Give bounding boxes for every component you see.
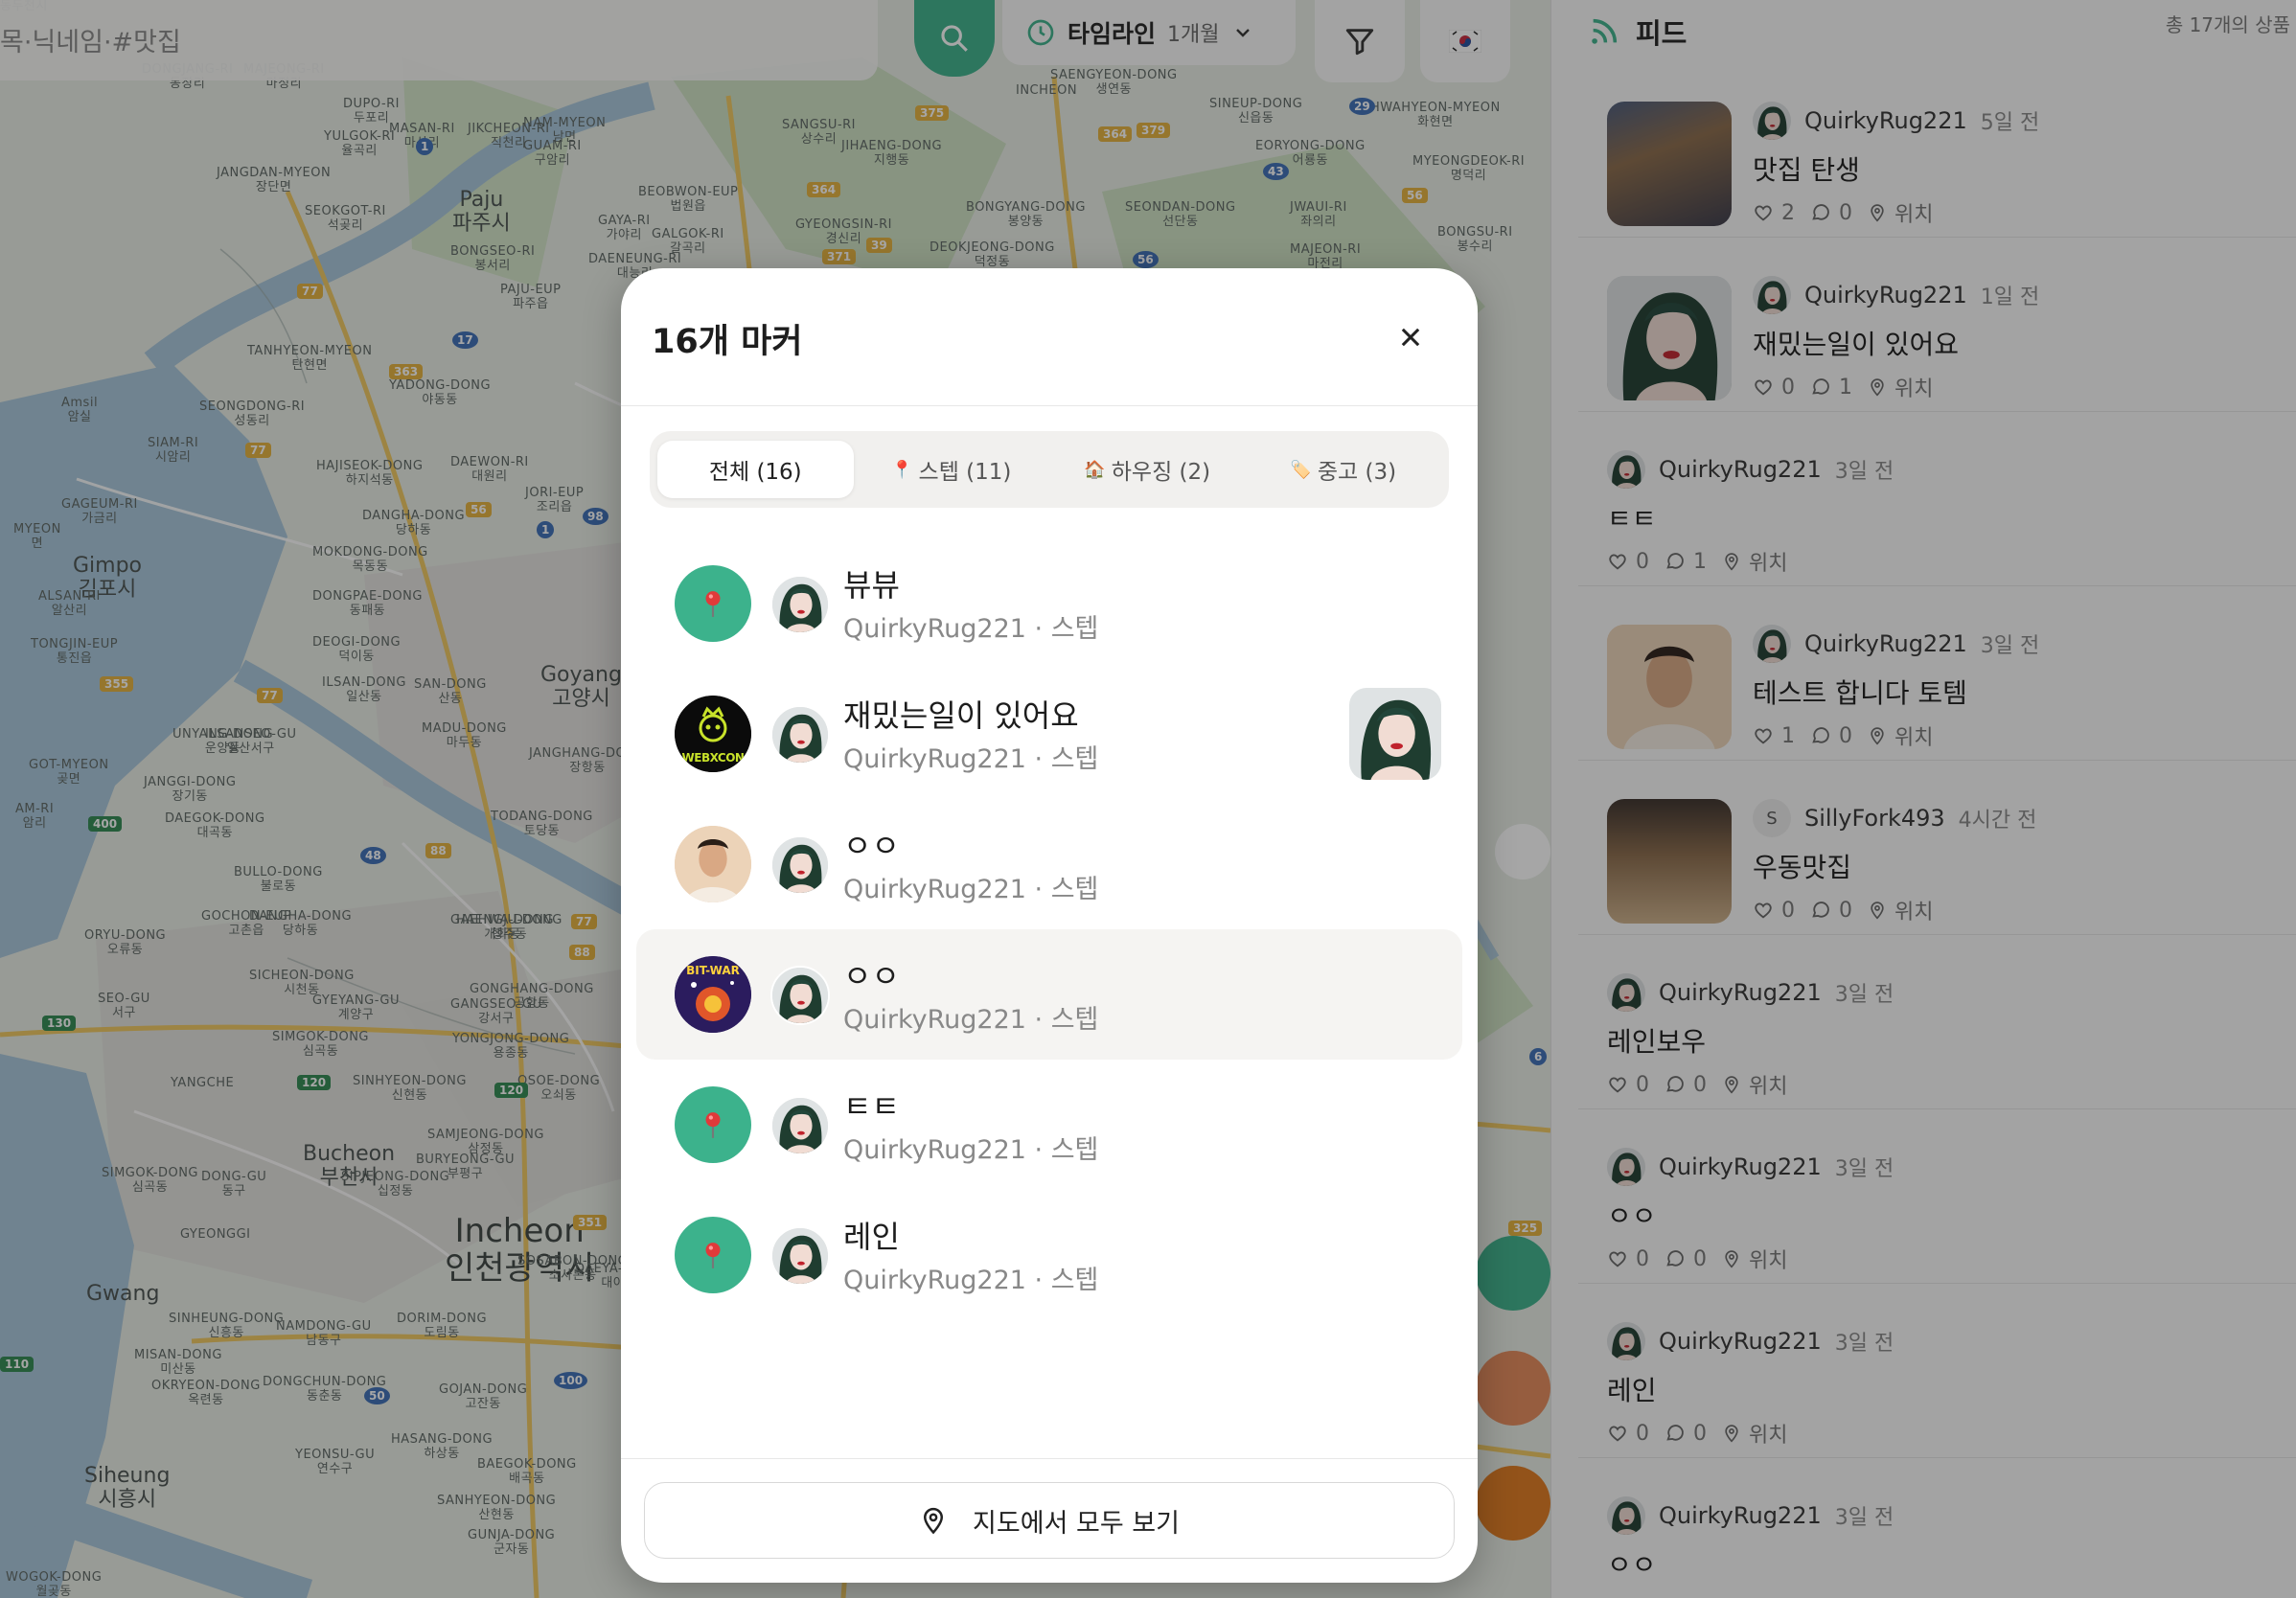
marker-icon: WEBXCON — [675, 696, 751, 772]
marker-thumbnail-image — [1349, 688, 1441, 780]
avatar — [770, 1096, 830, 1155]
webxcon-text: WEBXCON — [681, 751, 745, 765]
modal-title: 16개 마커 — [652, 323, 803, 361]
marker-icon — [675, 826, 751, 902]
avatar-image — [772, 577, 828, 632]
tab-label: 스텝 (11) — [918, 460, 1012, 485]
tab-all[interactable]: 전체 (16) — [657, 441, 854, 498]
marker-icon — [675, 565, 751, 642]
marker-title: ㅇㅇ — [843, 828, 900, 864]
marker-list-item[interactable]: WEBXCON 재밌는일이 있어요 QuirkyRug221 · 스텝 — [636, 669, 1462, 799]
marker-list-item[interactable]: 레인보우QuirkyRug221 · 스텝 — [636, 1320, 1462, 1343]
tab-step[interactable]: 📍 스텝 (11) — [854, 441, 1050, 498]
tab-label: 하우징 (2) — [1111, 460, 1211, 485]
marker-list-item[interactable]: 레인 QuirkyRug221 · 스텝 — [636, 1190, 1462, 1320]
marker-icon — [675, 1086, 751, 1163]
avatar-image — [772, 1228, 828, 1284]
avatar-image — [772, 1098, 828, 1153]
pin-icon — [705, 591, 721, 617]
marker-subtitle: QuirkyRug221 · 스텝 — [843, 875, 1099, 904]
marker-title: ㅌㅌ — [843, 1088, 900, 1125]
marker-subtitle: QuirkyRug221 · 스텝 — [843, 614, 1099, 644]
location-pin-icon — [924, 1507, 944, 1535]
close-icon — [1401, 328, 1420, 347]
avatar — [770, 575, 830, 634]
avatar-image — [772, 707, 828, 763]
category-tabs: 전체 (16) 📍 스텝 (11) 🏠 하우징 (2) 🏷️ 중고 (3) — [650, 431, 1449, 508]
modal-footer: 지도에서 모두 보기 — [621, 1458, 1478, 1583]
show-all-label: 지도에서 모두 보기 — [973, 1508, 1180, 1539]
marker-list-item[interactable]: ㅇㅇ QuirkyRug221 · 스텝 — [636, 799, 1462, 929]
marker-list[interactable]: 뷰뷰 QuirkyRug221 · 스텝 WEBXCON 재밌는일이 있어요 Quirk… — [621, 538, 1478, 1343]
tab-emoji-icon: 📍 — [891, 459, 913, 480]
pin-icon — [705, 1243, 721, 1268]
avatar — [770, 1226, 830, 1286]
marker-title: 재밌는일이 있어요 — [843, 697, 1079, 734]
marker-icon — [675, 1217, 751, 1293]
tab-emoji-icon: 🏷️ — [1290, 459, 1312, 480]
tab-housing[interactable]: 🏠 하우징 (2) — [1049, 441, 1246, 498]
marker-list-item[interactable]: BIT-WAR ㅇㅇ QuirkyRug221 · 스텝 — [636, 929, 1462, 1060]
avatar-image — [772, 837, 828, 893]
marker-title: 레인 — [843, 1219, 900, 1255]
marker-subtitle: QuirkyRug221 · 스텝 — [843, 1005, 1099, 1035]
avatar — [770, 966, 830, 1025]
marker-list-modal: 16개 마커 전체 (16) 📍 스텝 (11) 🏠 하우징 (2) 🏷️ 중고 (3) 뷰… — [621, 268, 1478, 1583]
tab-used[interactable]: 🏷️ 중고 (3) — [1246, 441, 1442, 498]
portrait-icon — [675, 826, 751, 902]
marker-thumbnail — [1349, 688, 1441, 780]
marker-subtitle: QuirkyRug221 · 스텝 — [843, 1266, 1099, 1295]
bitwar-text: BIT-WAR — [686, 964, 740, 977]
marker-title: ㅇㅇ — [843, 958, 900, 994]
modal-header: 16개 마커 — [621, 268, 1478, 406]
tab-label: 중고 (3) — [1317, 460, 1397, 485]
tab-emoji-icon: 🏠 — [1084, 459, 1106, 480]
marker-subtitle: QuirkyRug221 · 스텝 — [843, 1135, 1099, 1165]
avatar — [770, 835, 830, 895]
close-button[interactable] — [1391, 318, 1430, 356]
marker-icon: BIT-WAR — [675, 956, 751, 1033]
tab-label: 전체 (16) — [708, 460, 802, 485]
marker-subtitle: QuirkyRug221 · 스텝 — [843, 744, 1099, 774]
avatar — [770, 705, 830, 765]
show-all-on-map-button[interactable]: 지도에서 모두 보기 — [644, 1482, 1455, 1559]
marker-title: 뷰뷰 — [843, 567, 900, 604]
avatar-image — [772, 968, 828, 1023]
marker-list-item[interactable]: 뷰뷰 QuirkyRug221 · 스텝 — [636, 538, 1462, 669]
pin-icon — [705, 1112, 721, 1138]
marker-list-item[interactable]: ㅌㅌ QuirkyRug221 · 스텝 — [636, 1060, 1462, 1190]
